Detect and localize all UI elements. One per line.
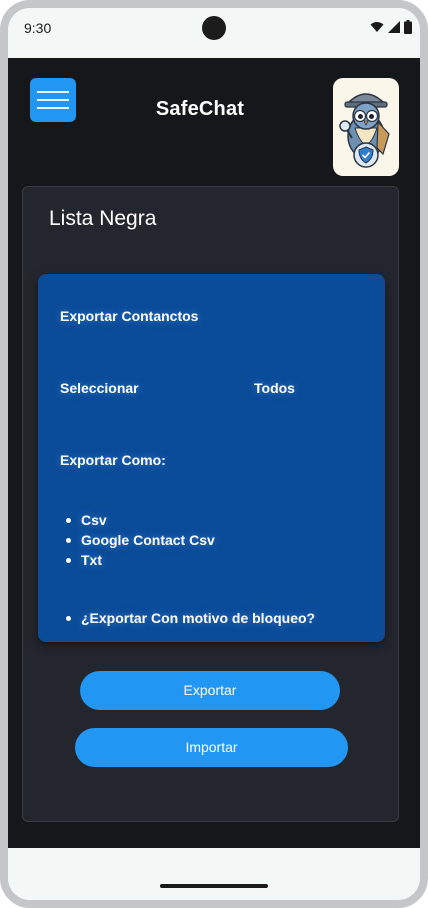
format-option-txt[interactable]: Txt (66, 550, 215, 570)
export-as-label: Exportar Como: (60, 452, 166, 468)
format-option-label: Google Contact Csv (81, 532, 215, 548)
select-label: Seleccionar (60, 380, 139, 396)
bullet-icon (66, 538, 71, 543)
export-button[interactable]: Exportar (80, 671, 340, 710)
signal-icon (388, 21, 400, 33)
card-title: Lista Negra (49, 207, 157, 230)
export-reason-option[interactable]: ¿Exportar Con motivo de bloqueo? (66, 608, 316, 628)
wifi-icon (370, 22, 384, 32)
format-option-csv[interactable]: Csv (66, 510, 215, 530)
bullet-icon (66, 558, 71, 563)
home-indicator[interactable] (160, 884, 268, 888)
blacklist-card: Lista Negra Exportar Contanctos Seleccio… (22, 186, 399, 822)
format-option-label: Txt (81, 552, 102, 568)
battery-icon (404, 20, 412, 34)
status-bar: 9:30 (8, 8, 420, 58)
navigation-bar (8, 848, 420, 900)
camera-cutout (202, 16, 226, 40)
export-contacts-heading: Exportar Contanctos (60, 308, 199, 324)
bullet-icon (66, 616, 71, 621)
format-option-label: Csv (81, 512, 107, 528)
format-list: Csv Google Contact Csv Txt (66, 510, 215, 570)
import-button[interactable]: Importar (75, 728, 348, 767)
menu-icon-line (37, 91, 69, 93)
export-panel: Exportar Contanctos Seleccionar Todos Ex… (38, 274, 385, 642)
phone-frame: 9:30 SafeChat Lista Negra Exportar Conta… (0, 0, 428, 908)
status-icons (370, 20, 412, 34)
owl-detective-logo (333, 78, 399, 176)
export-reason-label: ¿Exportar Con motivo de bloqueo? (81, 610, 316, 626)
select-all-option[interactable]: Todos (254, 380, 295, 396)
app-screen: SafeChat Lista Negra Exportar Contanctos… (8, 58, 420, 848)
shield-check-icon (353, 142, 379, 168)
bullet-icon (66, 518, 71, 523)
format-option-google-csv[interactable]: Google Contact Csv (66, 530, 215, 550)
status-time: 9:30 (24, 20, 52, 36)
